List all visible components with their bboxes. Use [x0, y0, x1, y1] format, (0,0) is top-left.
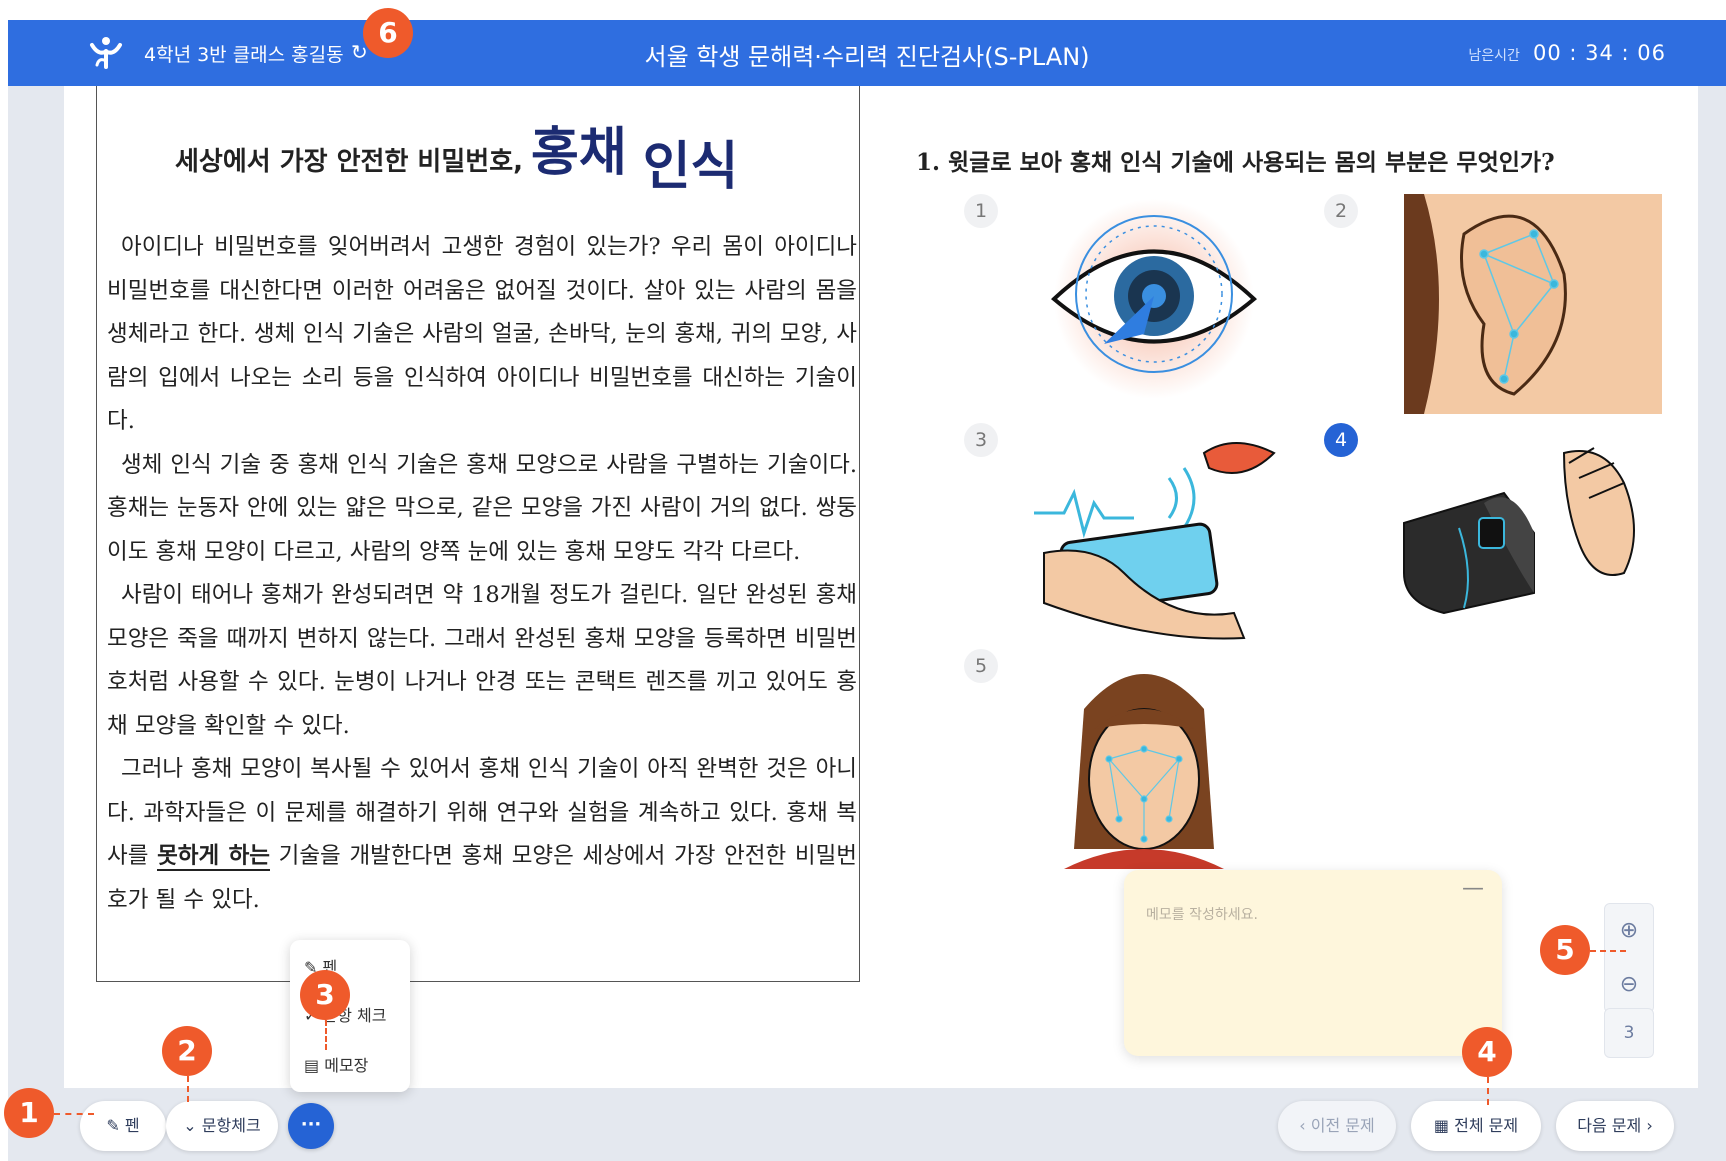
callout-line: [1487, 1077, 1489, 1105]
pen-icon: ✎: [106, 1116, 120, 1135]
main-panel: 세상에서 가장 안전한 비밀번호, 홍채 인식 아이디나 비밀번호를 잊어버려서 고…: [64, 86, 1698, 1088]
underlined-phrase: 못하게 하는: [157, 843, 270, 871]
timer: 남은시간 00 : 34 : 06: [1468, 41, 1666, 65]
callout-2: 2: [162, 1026, 212, 1076]
fingerprint-scanner-icon: [1403, 447, 1635, 615]
reading-passage: 세상에서 가장 안전한 비밀번호, 홍채 인식 아이디나 비밀번호를 잊어버려서 고…: [96, 86, 860, 982]
zoom-level[interactable]: 3: [1604, 1008, 1654, 1058]
popup-memo-label: 메모장: [324, 1056, 369, 1075]
face-scan-icon: [1064, 674, 1224, 869]
passage-title-big-1: 홍채: [531, 123, 627, 183]
eye-iris-scan-icon: [1051, 199, 1257, 399]
callout-line: [187, 1076, 189, 1102]
callout-3: 3: [300, 970, 350, 1020]
callout-line: [54, 1113, 94, 1115]
passage-title-small: 세상에서 가장 안전한 비밀번호,: [175, 147, 523, 177]
passage-paragraph: 그러나 홍채 모양이 복사될 수 있어서 홍채 인식 기술이 아직 완벽한 것은…: [107, 748, 857, 922]
ear-scan-icon: [1404, 194, 1662, 414]
sentence-check-button[interactable]: ⌄ 문항체크: [166, 1101, 278, 1151]
callout-line: [1590, 950, 1626, 952]
passage-paragraph: 생체 인식 기술 중 홍채 인식 기술은 홍채 모양으로 사람을 구별하는 기술…: [107, 451, 857, 565]
voice-phone-icon: [1034, 442, 1276, 640]
option-1[interactable]: 1: [964, 194, 1314, 414]
content-area: 세상에서 가장 안전한 비밀번호, 홍채 인식 아이디나 비밀번호를 잊어버려서 고…: [8, 86, 1726, 1088]
bottom-toolbar: ✎ 펜 ⌄ 문항체크 ··· ‹ 이전 문제 ▦ 전체 문제 다음 문제 ›: [8, 1088, 1726, 1161]
popup-memo[interactable]: ▤ 메모장: [304, 1052, 368, 1076]
minimize-icon[interactable]: —: [1462, 876, 1484, 901]
callout-6: 6: [363, 8, 413, 58]
passage-title-big-2: 인식: [642, 137, 739, 197]
grid-icon: ▦: [1433, 1116, 1450, 1135]
option-number: 1: [964, 194, 998, 228]
all-questions-button[interactable]: ▦ 전체 문제: [1411, 1101, 1541, 1151]
option-5[interactable]: 5: [964, 649, 1314, 869]
memo-panel: —: [1124, 870, 1502, 1056]
chevron-down-icon: ⌄: [183, 1116, 197, 1135]
pen-button[interactable]: ✎ 펜: [80, 1101, 166, 1151]
option-4[interactable]: 4: [1324, 423, 1674, 643]
callout-4: 4: [1462, 1027, 1512, 1077]
option-number: 2: [1324, 194, 1358, 228]
more-button[interactable]: ···: [288, 1103, 334, 1149]
sentence-check-label: 문항체크: [201, 1116, 261, 1135]
header-bar: 4학년 3반 클래스 홍길동 ↻ 서울 학생 문해력·수리력 진단검사(S-PL…: [8, 20, 1726, 86]
all-questions-label: 전체 문제: [1454, 1116, 1519, 1135]
zoom-controls: ⊕ ⊖: [1604, 903, 1654, 1013]
question-text: 1. 윗글로 보아 홍채 인식 기술에 사용되는 몸의 부분은 무엇인가?: [916, 149, 1555, 176]
next-question-button[interactable]: 다음 문제 ›: [1556, 1101, 1674, 1151]
timer-label: 남은시간: [1468, 48, 1520, 64]
timer-value: 00 : 34 : 06: [1532, 41, 1666, 65]
passage-paragraph: 아이디나 비밀번호를 잊어버려서 고생한 경험이 있는가? 우리 몸이 아이디나…: [107, 234, 857, 434]
pen-button-label: 펜: [124, 1116, 140, 1135]
option-number: 5: [964, 649, 998, 683]
tools-popup-menu: ✎ 펜 ✓ 문항 체크 ▤ 메모장: [290, 940, 410, 1092]
passage-paragraph: 사람이 태어나 홍채가 완성되려면 약 18개월 정도가 걸린다. 일단 완성된…: [107, 582, 857, 739]
option-number: 3: [964, 423, 998, 457]
memo-input[interactable]: [1146, 904, 1476, 1034]
prev-question-button[interactable]: ‹ 이전 문제: [1278, 1101, 1396, 1151]
callout-line: [325, 1020, 327, 1050]
option-number-selected: 4: [1324, 423, 1358, 457]
option-3[interactable]: 3: [964, 423, 1314, 643]
callout-5: 5: [1540, 925, 1590, 975]
passage-body: 아이디나 비밀번호를 잊어버려서 고생한 경험이 있는가? 우리 몸이 아이디나…: [107, 226, 857, 922]
callout-1: 1: [4, 1088, 54, 1138]
memo-icon: ▤: [304, 1056, 320, 1075]
zoom-out-icon[interactable]: ⊖: [1605, 958, 1653, 1012]
option-2[interactable]: 2: [1324, 194, 1674, 414]
passage-title: 세상에서 가장 안전한 비밀번호, 홍채 인식: [175, 110, 738, 197]
